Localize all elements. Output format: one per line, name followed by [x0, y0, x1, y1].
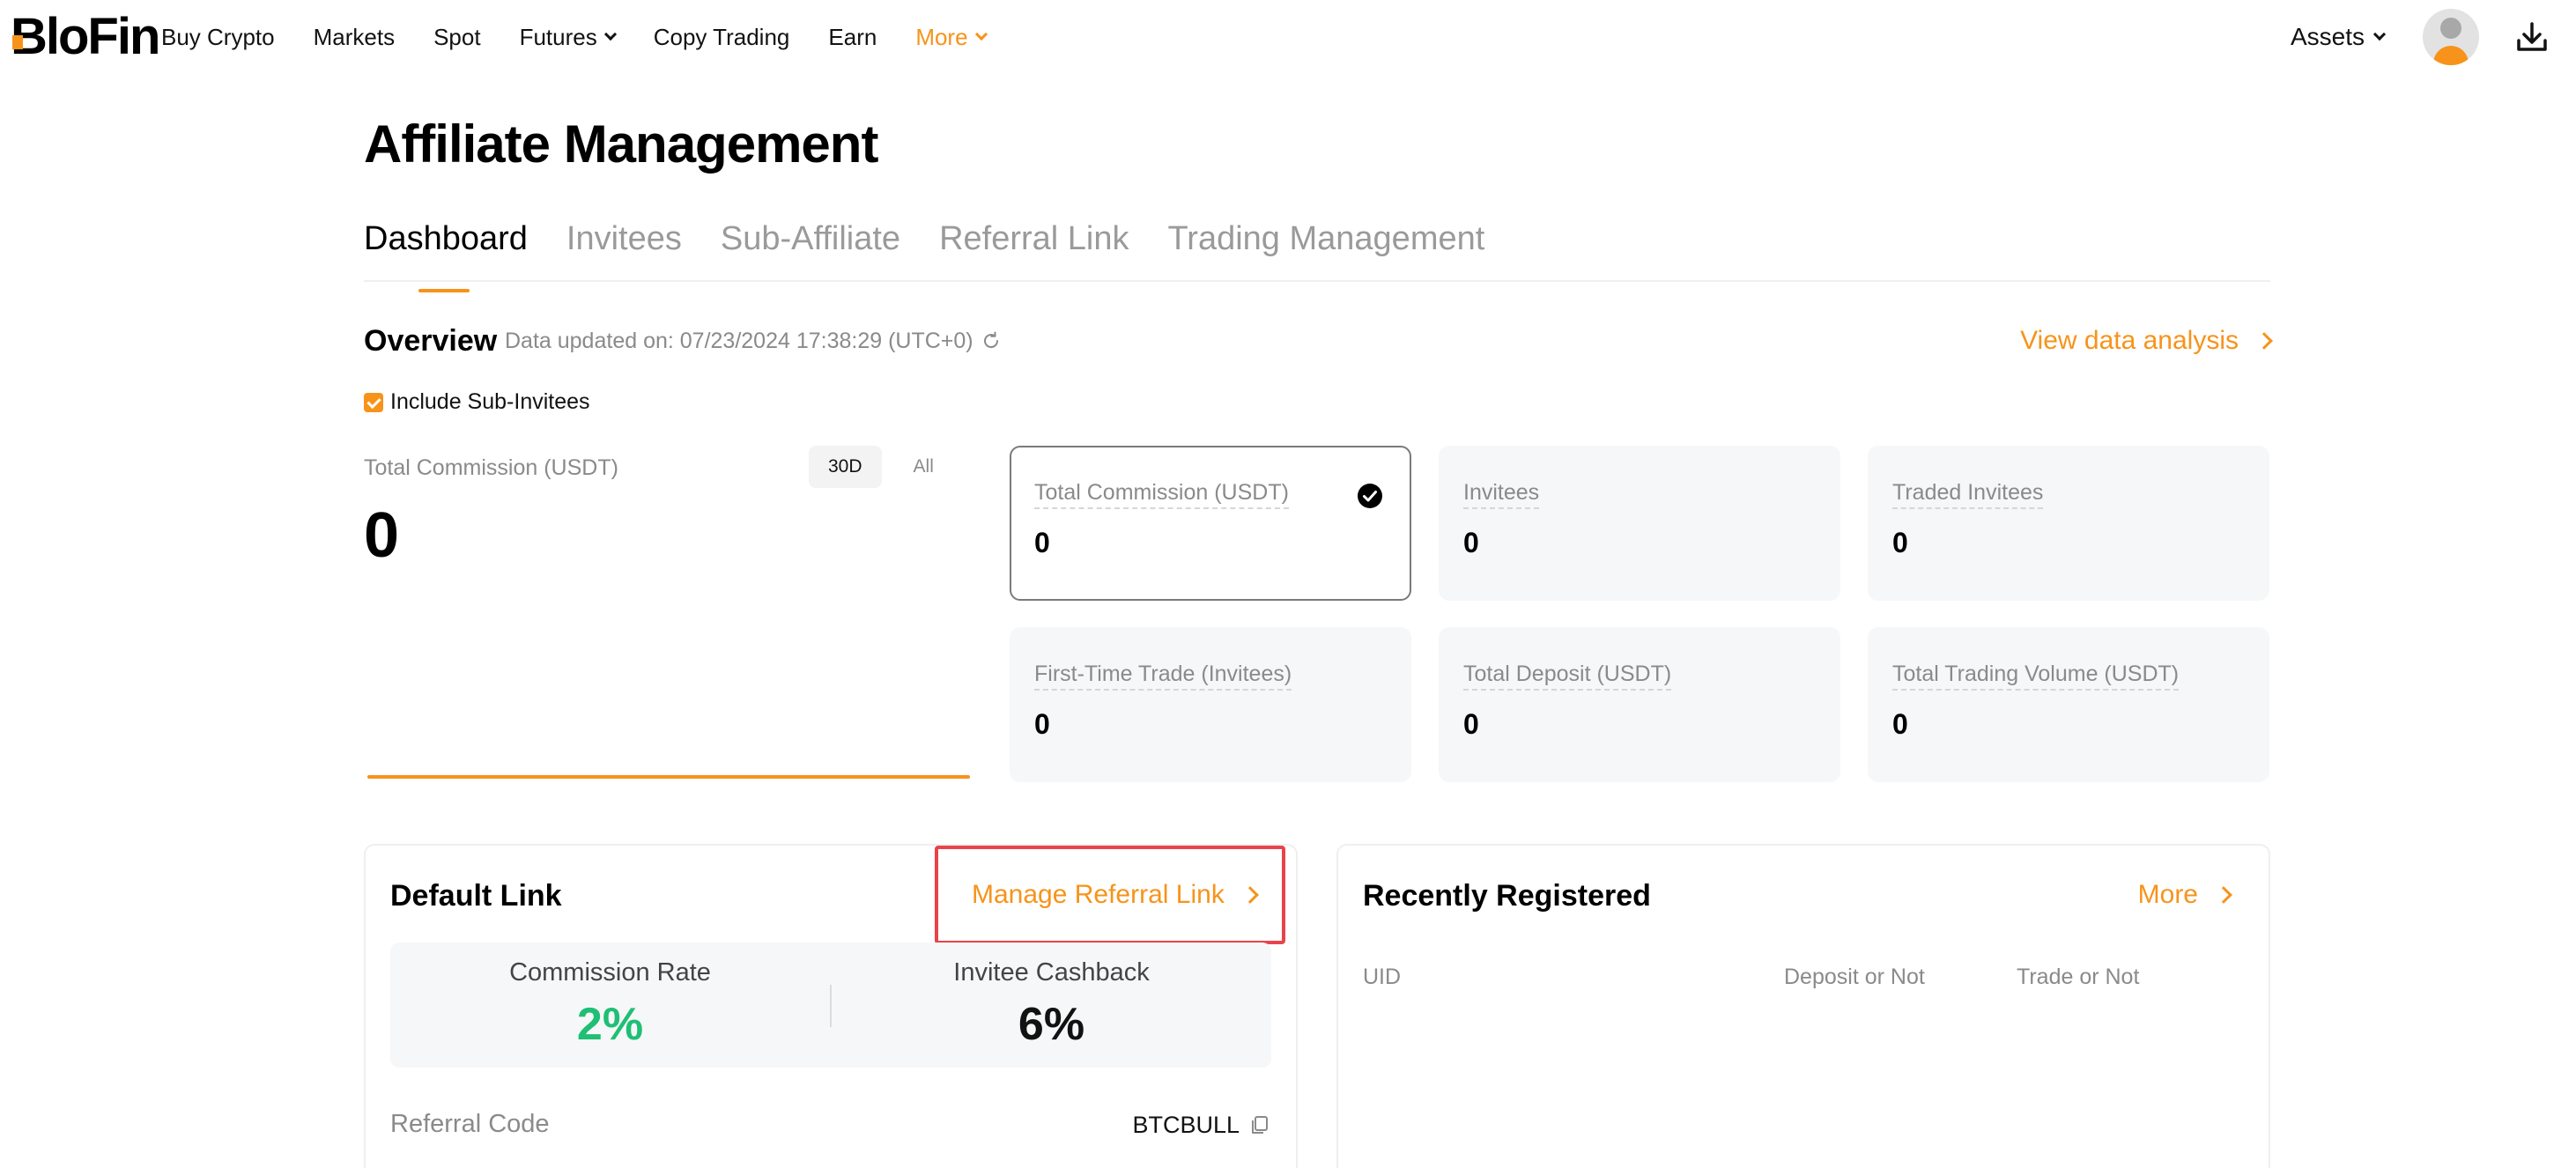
stat-card-total-trading-volume[interactable]: Total Trading Volume (USDT) 0 [1868, 627, 2269, 782]
recently-registered-card: Recently Registered More UID Deposit or … [1336, 844, 2270, 1168]
stat-card-traded-invitees[interactable]: Traded Invitees 0 [1868, 446, 2269, 601]
chevron-down-icon [974, 27, 988, 41]
nav-item-markets[interactable]: Markets [314, 24, 395, 51]
assets-menu[interactable]: Assets [2291, 23, 2387, 51]
stat-card-total-deposit[interactable]: Total Deposit (USDT) 0 [1439, 627, 1840, 782]
tab-trading-management[interactable]: Trading Management [1168, 213, 1485, 280]
recently-registered-title: Recently Registered [1363, 879, 1651, 913]
nav-menu: Buy Crypto Markets Spot Futures Copy Tra… [161, 0, 988, 74]
tab-sub-affiliate[interactable]: Sub-Affiliate [721, 213, 900, 280]
chevron-right-icon [1240, 886, 1259, 904]
nav-item-copy-trading[interactable]: Copy Trading [654, 24, 790, 51]
tab-dashboard[interactable]: Dashboard [364, 213, 528, 292]
nav-item-more[interactable]: More [915, 24, 988, 51]
manage-referral-link-button[interactable]: Manage Referral Link [972, 876, 1259, 914]
nav-item-buy-crypto[interactable]: Buy Crypto [161, 24, 275, 51]
default-link-card: Default Link Manage Referral Link Commis… [364, 844, 1298, 1168]
page-title: Affiliate Management [364, 115, 878, 174]
include-sub-invitees-checkbox[interactable]: Include Sub-Invitees [364, 389, 590, 415]
total-commission-value: 0 [364, 500, 400, 571]
referral-code-value: BTCBULL [1132, 1108, 1271, 1142]
copy-icon[interactable] [1248, 1113, 1271, 1136]
range-all-button[interactable]: All [894, 446, 953, 488]
column-header-deposit: Deposit or Not [1784, 965, 1925, 989]
referral-code-label: Referral Code [390, 1110, 550, 1138]
refresh-icon[interactable] [981, 330, 1002, 351]
range-toggle: 30D All [809, 446, 953, 488]
checkbox-checked-icon[interactable] [364, 392, 383, 412]
stat-card-invitees[interactable]: Invitees 0 [1439, 446, 1840, 601]
commission-rate: Commission Rate 2% [509, 958, 711, 1050]
chevron-right-icon [2255, 332, 2273, 350]
default-link-title: Default Link [390, 879, 562, 913]
column-header-trade: Trade or Not [2017, 965, 2140, 989]
data-updated-text: Data updated on: 07/23/2024 17:38:29 (UT… [505, 326, 1002, 356]
total-commission-label: Total Commission (USDT) [364, 455, 618, 480]
commission-chart-line [367, 775, 970, 779]
view-data-analysis-link[interactable]: View data analysis [2020, 322, 2273, 359]
column-header-uid: UID [1363, 965, 1402, 989]
rate-summary: Commission Rate 2% Invitee Cashback 6% [390, 943, 1271, 1068]
tab-invitees[interactable]: Invitees [566, 213, 682, 280]
range-30d-button[interactable]: 30D [809, 446, 882, 488]
nav-item-earn[interactable]: Earn [828, 24, 877, 51]
download-icon[interactable] [2514, 19, 2550, 55]
stat-card-total-commission[interactable]: Total Commission (USDT) 0 [1010, 446, 1411, 601]
more-link[interactable]: More [2138, 876, 2232, 914]
logo-accent-mark [12, 35, 23, 49]
overview-title: Overview [364, 324, 498, 358]
tab-referral-link[interactable]: Referral Link [939, 213, 1129, 280]
blofin-logo[interactable]: BloFin [11, 5, 160, 69]
avatar[interactable] [2423, 9, 2479, 65]
top-nav: BloFin Buy Crypto Markets Spot Futures C… [0, 0, 2576, 74]
tab-bar: Dashboard Invitees Sub-Affiliate Referra… [364, 213, 2270, 292]
nav-item-spot[interactable]: Spot [433, 24, 481, 51]
logo-text: BloFin [11, 8, 160, 65]
nav-right: Assets [2291, 0, 2576, 74]
stats-grid: Total Commission (USDT) 0 Invitees 0 Tra… [1010, 446, 2270, 782]
check-circle-icon [1358, 484, 1382, 508]
chevron-right-icon [2215, 886, 2232, 904]
invitee-cashback: Invitee Cashback 6% [953, 958, 1150, 1050]
chevron-down-icon [2372, 27, 2387, 41]
chevron-down-icon [603, 27, 617, 41]
nav-item-futures[interactable]: Futures [520, 24, 617, 51]
stat-card-first-time-trade[interactable]: First-Time Trade (Invitees) 0 [1010, 627, 1411, 782]
